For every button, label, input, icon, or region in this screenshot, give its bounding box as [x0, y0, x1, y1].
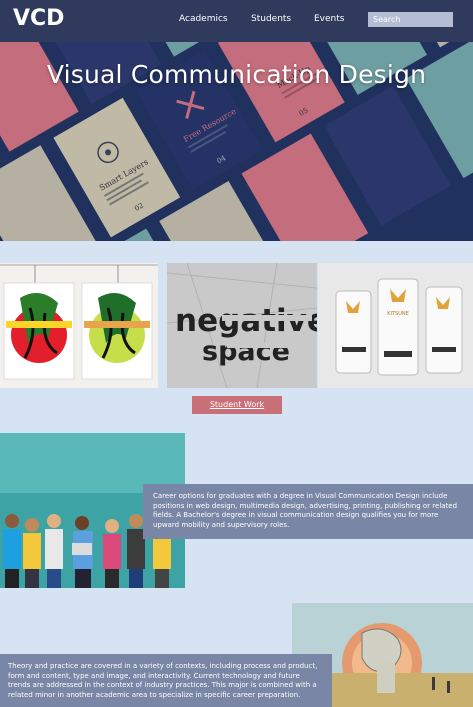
logo[interactable]: VCD	[13, 6, 64, 31]
nav-link-students[interactable]: Students	[251, 14, 291, 24]
search-input[interactable]	[368, 12, 453, 27]
hero-banner: Smart Layers Free Resource Mock-Up App S…	[0, 42, 473, 241]
career-text-card: Career options for graduates with a degr…	[143, 484, 473, 539]
hero-title: Visual Communication Design	[46, 60, 427, 89]
can-label: KITSUNE	[387, 311, 409, 317]
nav-link-academics[interactable]: Academics	[179, 14, 228, 24]
top-navbar: VCD Academics Students Events	[0, 0, 473, 42]
student-work-button[interactable]: Student Work	[192, 396, 282, 414]
theory-paragraph: Theory and practice are covered in a var…	[8, 662, 318, 699]
kitsune-posters-image	[0, 263, 158, 388]
space-word: space	[202, 336, 290, 367]
kitsune-cans-image: KITSUNE	[318, 263, 473, 388]
negative-space-image: negative space	[167, 263, 317, 388]
career-paragraph: Career options for graduates with a degr…	[153, 492, 458, 529]
negative-space-poster: negative space	[167, 263, 317, 388]
theory-text-card: Theory and practice are covered in a var…	[0, 654, 332, 707]
nav-link-events[interactable]: Events	[314, 14, 344, 24]
poster-image	[0, 263, 158, 388]
cans-image: KITSUNE	[318, 263, 473, 388]
